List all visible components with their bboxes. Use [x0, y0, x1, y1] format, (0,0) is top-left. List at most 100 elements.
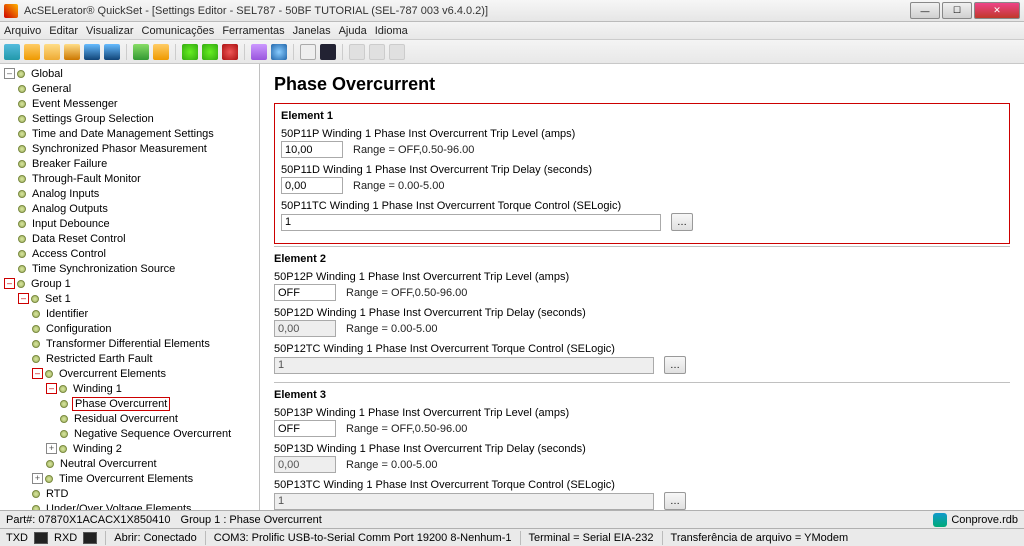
tree-item[interactable]: Settings Group Selection: [30, 113, 156, 125]
menu-ferramentas[interactable]: Ferramentas: [222, 25, 284, 37]
tree-item[interactable]: Identifier: [44, 308, 90, 320]
50p13tc-input: [274, 493, 654, 510]
menu-visualizar[interactable]: Visualizar: [86, 25, 134, 37]
tree-overcurrent-elements[interactable]: Overcurrent Elements: [57, 368, 168, 380]
50p12d-input: [274, 320, 336, 337]
element-3: Element 3 50P13P Winding 1 Phase Inst Ov…: [274, 382, 1010, 510]
tool3-icon[interactable]: [389, 44, 405, 60]
tree-item[interactable]: Configuration: [44, 323, 113, 335]
connection-status: Abrir: Conectado: [114, 532, 197, 544]
new-icon[interactable]: [24, 44, 40, 60]
field-label: 50P12TC Winding 1 Phase Inst Overcurrent…: [274, 343, 1010, 355]
tree-item[interactable]: Synchronized Phasor Measurement: [30, 143, 209, 155]
txd-label: TXD: [6, 532, 28, 544]
tree-winding1[interactable]: Winding 1: [71, 383, 124, 395]
tree-item[interactable]: Time Synchronization Source: [30, 263, 177, 275]
50p11d-input[interactable]: [281, 177, 343, 194]
menu-editar[interactable]: Editar: [49, 25, 78, 37]
app-icon: [4, 4, 18, 18]
play-icon[interactable]: [182, 44, 198, 60]
range-text: Range = OFF,0.50-96.00: [346, 423, 467, 435]
play2-icon[interactable]: [202, 44, 218, 60]
close-button[interactable]: ✕: [974, 2, 1020, 19]
tree-item[interactable]: Input Debounce: [30, 218, 112, 230]
tree-item[interactable]: Time and Date Management Settings: [30, 128, 216, 140]
field-label: 50P12D Winding 1 Phase Inst Overcurrent …: [274, 307, 1010, 319]
maximize-button[interactable]: ☐: [942, 2, 972, 19]
element-title: Element 1: [281, 110, 1003, 122]
launch-icon[interactable]: [133, 44, 149, 60]
breadcrumb: Group 1 : Phase Overcurrent: [181, 514, 322, 526]
range-text: Range = 0.00-5.00: [346, 323, 437, 335]
tool1-icon[interactable]: [349, 44, 365, 60]
50p12tc-input: [274, 357, 654, 374]
50p12p-input[interactable]: [274, 284, 336, 301]
copy-icon[interactable]: [44, 44, 60, 60]
tree-item[interactable]: Restricted Earth Fault: [44, 353, 154, 365]
element-title: Element 2: [274, 253, 1010, 265]
tree-item[interactable]: Analog Inputs: [30, 188, 101, 200]
element-1: Element 1 50P11P Winding 1 Phase Inst Ov…: [274, 103, 1010, 244]
tree-global[interactable]: Global: [29, 68, 65, 80]
refresh-icon[interactable]: [4, 44, 20, 60]
tree-item[interactable]: Under/Over Voltage Elements: [44, 503, 194, 511]
settings-tree[interactable]: –Global General Event Messenger Settings…: [0, 64, 260, 510]
save-all-icon[interactable]: [104, 44, 120, 60]
tree-item[interactable]: Time Overcurrent Elements: [57, 473, 195, 485]
tree-item[interactable]: Access Control: [30, 248, 108, 260]
save-icon[interactable]: [84, 44, 100, 60]
50p11p-input[interactable]: [281, 141, 343, 158]
menu-idioma[interactable]: Idioma: [375, 25, 408, 37]
tree-item[interactable]: Winding 2: [71, 443, 124, 455]
element-2: Element 2 50P12P Winding 1 Phase Inst Ov…: [274, 246, 1010, 382]
tree-item[interactable]: Analog Outputs: [30, 203, 110, 215]
terminal-icon[interactable]: [320, 44, 336, 60]
txd-led-icon: [34, 532, 48, 544]
menu-arquivo[interactable]: Arquivo: [4, 25, 41, 37]
menu-ajuda[interactable]: Ajuda: [339, 25, 367, 37]
tree-item[interactable]: Transformer Differential Elements: [44, 338, 212, 350]
selogic-builder-button[interactable]: …: [671, 213, 693, 231]
book-icon[interactable]: [153, 44, 169, 60]
element-title: Element 3: [274, 389, 1010, 401]
50p13d-input: [274, 456, 336, 473]
tree-item[interactable]: Neutral Overcurrent: [58, 458, 159, 470]
wizard-icon[interactable]: [251, 44, 267, 60]
50p13p-input[interactable]: [274, 420, 336, 437]
globe-icon[interactable]: [271, 44, 287, 60]
rxd-label: RXD: [54, 532, 77, 544]
menu-comunicacoes[interactable]: Comunicações: [142, 25, 215, 37]
field-label: 50P13D Winding 1 Phase Inst Overcurrent …: [274, 443, 1010, 455]
stop-icon[interactable]: [222, 44, 238, 60]
menu-janelas[interactable]: Janelas: [293, 25, 331, 37]
selogic-builder-button[interactable]: …: [664, 356, 686, 374]
page-title: Phase Overcurrent: [274, 74, 1010, 95]
tree-item[interactable]: Data Reset Control: [30, 233, 128, 245]
tree-item[interactable]: Through-Fault Monitor: [30, 173, 143, 185]
tool2-icon[interactable]: [369, 44, 385, 60]
field-label: 50P11D Winding 1 Phase Inst Overcurrent …: [281, 164, 1003, 176]
gauge-icon[interactable]: [300, 44, 316, 60]
tree-item[interactable]: Residual Overcurrent: [72, 413, 180, 425]
tree-item[interactable]: General: [30, 83, 73, 95]
tree-item[interactable]: Event Messenger: [30, 98, 120, 110]
50p11tc-input[interactable]: [281, 214, 661, 231]
tree-item[interactable]: Negative Sequence Overcurrent: [72, 428, 233, 440]
status-bar-1: Part#: 07870X1ACACX1X850410 Group 1 : Ph…: [0, 510, 1024, 528]
conprove-icon: [933, 513, 947, 527]
tree-item[interactable]: RTD: [44, 488, 70, 500]
open-icon[interactable]: [64, 44, 80, 60]
tree-item[interactable]: Breaker Failure: [30, 158, 109, 170]
comm-port: COM3: Prolific USB-to-Serial Comm Port 1…: [214, 532, 512, 544]
part-number: Part#: 07870X1ACACX1X850410: [6, 514, 171, 526]
minimize-button[interactable]: —: [910, 2, 940, 19]
tree-phase-overcurrent[interactable]: Phase Overcurrent: [72, 397, 170, 411]
status-bar-2: TXD RXD Abrir: Conectado COM3: Prolific …: [0, 528, 1024, 546]
range-text: Range = 0.00-5.00: [346, 459, 437, 471]
tree-group1[interactable]: Group 1: [29, 278, 73, 290]
selogic-builder-button[interactable]: …: [664, 492, 686, 510]
menu-bar: Arquivo Editar Visualizar Comunicações F…: [0, 22, 1024, 40]
tree-set1[interactable]: Set 1: [43, 293, 73, 305]
conprove-badge: Conprove.rdb: [933, 513, 1018, 527]
field-label: 50P11P Winding 1 Phase Inst Overcurrent …: [281, 128, 1003, 140]
